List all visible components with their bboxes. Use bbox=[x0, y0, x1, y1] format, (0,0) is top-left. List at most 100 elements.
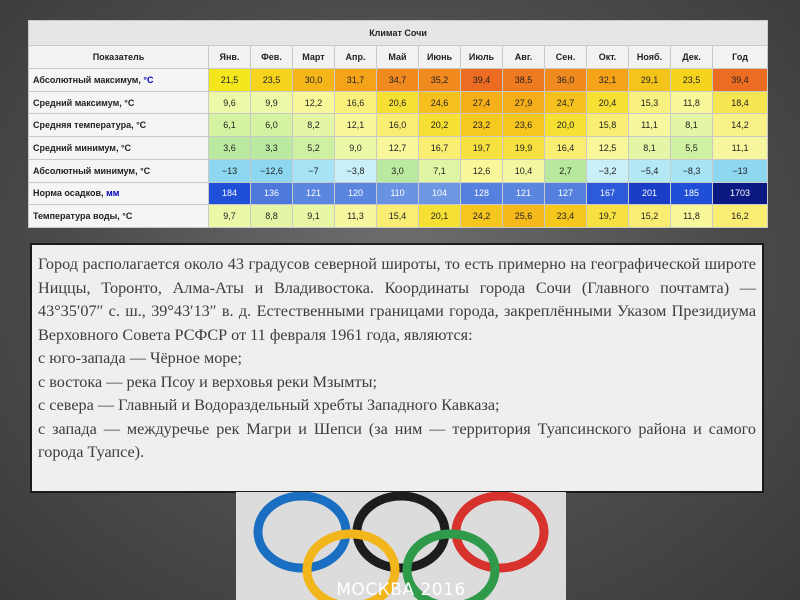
table-cell: 39,4 bbox=[460, 68, 503, 92]
row-label: Средний минимум, °C bbox=[28, 136, 209, 160]
table-cell: 18,4 bbox=[711, 90, 769, 115]
table-cell: 16,7 bbox=[418, 136, 461, 160]
table-cell: 7,1 bbox=[418, 158, 461, 183]
table-cell: 12,2 bbox=[292, 90, 335, 115]
table-cell: 201 bbox=[628, 181, 671, 206]
header-month-4: Апр. bbox=[334, 45, 377, 69]
table-cell: 12,1 bbox=[334, 113, 377, 138]
table-cell: 110 bbox=[376, 181, 419, 206]
row-label-unit: мм bbox=[106, 188, 120, 199]
table-cell: 19,7 bbox=[586, 204, 629, 228]
table-cell: 24,6 bbox=[418, 90, 461, 115]
row-label-text: Температура воды, °C bbox=[33, 211, 133, 222]
geography-paragraph: Город располагается около 43 градусов се… bbox=[38, 255, 756, 344]
table-row: Норма осадков, мм 184 136 121 120 110 104 128 12… bbox=[28, 181, 769, 206]
header-month-6: Июнь bbox=[418, 45, 461, 69]
table-cell: 8,8 bbox=[250, 204, 293, 228]
table-cell: 10,4 bbox=[502, 158, 545, 183]
table-cell: 36,0 bbox=[544, 68, 587, 92]
table-cell: 25,6 bbox=[502, 204, 545, 228]
table-cell: 2,7 bbox=[544, 158, 587, 183]
table-cell: 9,1 bbox=[292, 204, 335, 228]
table-cell: 34,7 bbox=[376, 68, 419, 92]
table-cell: 15,4 bbox=[376, 204, 419, 228]
table-row: Температура воды, °C 9,7 8,8 9,1 11,3 15,4 20,… bbox=[28, 204, 769, 228]
header-month-7: Июль bbox=[460, 45, 503, 69]
table-cell: 167 bbox=[586, 181, 629, 206]
table-cell: 16,2 bbox=[711, 204, 769, 228]
table-cell: 1703 bbox=[711, 181, 769, 206]
table-cell: 184 bbox=[208, 181, 251, 206]
table-cell: 39,4 bbox=[711, 68, 769, 92]
row-label-text: Норма осадков, bbox=[33, 188, 107, 199]
table-cell: 29,1 bbox=[628, 68, 671, 92]
table-cell: 15,3 bbox=[628, 90, 671, 115]
header-month-11: Нояб. bbox=[628, 45, 671, 69]
table-cell: 20,2 bbox=[418, 113, 461, 138]
table-cell: 19,7 bbox=[460, 136, 503, 160]
climate-table-body: Абсолютный максимум, °C 21,5 23,5 30,0 31,7 3… bbox=[28, 68, 769, 228]
table-cell: 11,8 bbox=[670, 204, 713, 228]
table-cell: 31,7 bbox=[334, 68, 377, 92]
climate-table-container: Климат Сочи Показатель Янв. Фев. Март Апр. Ма… bbox=[27, 20, 769, 228]
table-cell: 9,9 bbox=[250, 90, 293, 115]
geography-text-box: Город располагается около 43 градусов се… bbox=[30, 243, 764, 493]
table-cell: 5,5 bbox=[670, 136, 713, 160]
table-cell: 5,2 bbox=[292, 136, 335, 160]
table-cell: 24,7 bbox=[544, 90, 587, 115]
table-cell: 12,6 bbox=[460, 158, 503, 183]
table-row: Средняя температура, °C 6,1 6,0 8,2 12,1 16,0… bbox=[28, 113, 769, 138]
row-label: Абсолютный минимум, °C bbox=[28, 158, 209, 183]
table-row: Средний минимум, °C 3,6 3,3 5,2 9,0 12,7 16,7 1… bbox=[28, 136, 769, 160]
table-cell: 27,9 bbox=[502, 90, 545, 115]
table-cell: −8,3 bbox=[670, 158, 713, 183]
table-cell: 15,2 bbox=[628, 204, 671, 228]
header-month-3: Март bbox=[292, 45, 335, 69]
header-indicator: Показатель bbox=[28, 45, 209, 69]
table-cell: 9,6 bbox=[208, 90, 251, 115]
row-label: Температура воды, °C bbox=[28, 204, 209, 228]
table-cell: 104 bbox=[418, 181, 461, 206]
row-label-text: Средний минимум, °C bbox=[33, 142, 132, 153]
table-cell: 9,0 bbox=[334, 136, 377, 160]
header-month-5: Май bbox=[376, 45, 419, 69]
table-cell: 11,1 bbox=[628, 113, 671, 138]
table-cell: −12,6 bbox=[250, 158, 293, 183]
table-cell: 23,4 bbox=[544, 204, 587, 228]
row-label: Абсолютный максимум, °C bbox=[28, 68, 209, 92]
table-cell: −13 bbox=[711, 158, 769, 183]
table-cell: 8,1 bbox=[628, 136, 671, 160]
table-cell: 23,2 bbox=[460, 113, 503, 138]
table-cell: 15,8 bbox=[586, 113, 629, 138]
table-row: Абсолютный минимум, °C −13 −12,6 −7 −3,8 3,0 7… bbox=[28, 158, 769, 183]
table-row: Средний максимум, °C 9,6 9,9 12,2 16,6 20,6 24… bbox=[28, 90, 769, 115]
row-label-text: Средний максимум, °C bbox=[33, 97, 135, 108]
table-cell: 185 bbox=[670, 181, 713, 206]
table-cell: 32,1 bbox=[586, 68, 629, 92]
table-cell: −3,8 bbox=[334, 158, 377, 183]
table-cell: 23,5 bbox=[670, 68, 713, 92]
table-cell: 19,9 bbox=[502, 136, 545, 160]
row-label: Средний максимум, °C bbox=[28, 90, 209, 115]
row-label: Норма осадков, мм bbox=[28, 181, 209, 206]
table-cell: 3,0 bbox=[376, 158, 419, 183]
header-month-8: Авг. bbox=[502, 45, 545, 69]
header-month-1: Янв. bbox=[208, 45, 251, 69]
table-cell: 14,2 bbox=[711, 113, 769, 138]
border-east: с востока — река Псоу и верховья реки Мз… bbox=[38, 372, 377, 391]
table-cell: 3,3 bbox=[250, 136, 293, 160]
header-month-2: Фев. bbox=[250, 45, 293, 69]
table-cell: 35,2 bbox=[418, 68, 461, 92]
olympic-caption: МОСКВА 2016 bbox=[336, 580, 466, 600]
border-west: с запада — междуречье рек Магри и Шепси … bbox=[38, 419, 756, 462]
climate-table-header: Показатель Янв. Фев. Март Апр. Май Июнь Июль Авг… bbox=[28, 45, 769, 69]
table-cell: 20,4 bbox=[586, 90, 629, 115]
olympic-ring-blue bbox=[253, 492, 351, 573]
table-cell: 128 bbox=[460, 181, 503, 206]
table-cell: −5,4 bbox=[628, 158, 671, 183]
table-cell: 120 bbox=[334, 181, 377, 206]
olympic-ring-black bbox=[352, 492, 450, 573]
table-cell: 21,5 bbox=[208, 68, 251, 92]
table-cell: −3,2 bbox=[586, 158, 629, 183]
table-cell: 8,2 bbox=[292, 113, 335, 138]
